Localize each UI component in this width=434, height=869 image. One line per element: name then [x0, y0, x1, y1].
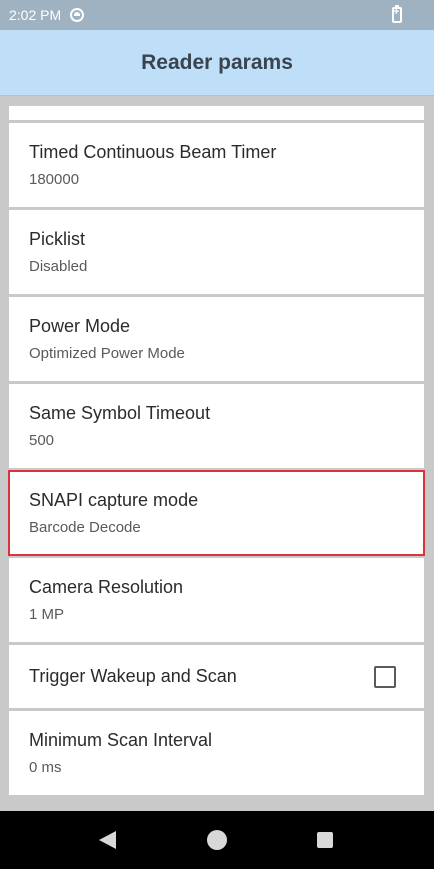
setting-title: Same Symbol Timeout — [29, 403, 211, 423]
home-icon[interactable] — [207, 830, 227, 850]
setting-value: Barcode Decode — [29, 519, 141, 536]
settings-list[interactable]: Timed Continuous Beam Timer 180000 Pickl… — [8, 106, 425, 795]
setting-trigger-wakeup-and-scan[interactable]: Trigger Wakeup and Scan — [9, 645, 424, 708]
status-bar: 2:02 PM — [0, 0, 434, 30]
setting-title: Picklist — [29, 229, 86, 249]
list-item-partial[interactable] — [9, 106, 424, 120]
app-bar: Reader params — [0, 30, 434, 96]
setting-snapi-capture-mode[interactable]: SNAPI capture mode Barcode Decode — [8, 470, 425, 556]
setting-title: Trigger Wakeup and Scan — [29, 666, 237, 686]
setting-same-symbol-timeout[interactable]: Same Symbol Timeout 500 — [9, 384, 424, 468]
setting-title: Power Mode — [29, 316, 131, 336]
setting-value: 1 MP — [29, 606, 65, 623]
setting-value: 500 — [29, 432, 55, 449]
setting-camera-resolution[interactable]: Camera Resolution 1 MP — [9, 558, 424, 642]
navigation-bar — [0, 811, 434, 869]
setting-value: Disabled — [29, 258, 88, 275]
battery-charging-icon — [392, 5, 402, 23]
setting-value: 180000 — [29, 171, 80, 188]
trigger-wakeup-checkbox[interactable] — [374, 665, 396, 688]
notification-icon — [70, 8, 85, 22]
setting-power-mode[interactable]: Power Mode Optimized Power Mode — [9, 297, 424, 381]
recent-apps-icon[interactable] — [317, 832, 333, 848]
setting-title: Minimum Scan Interval — [29, 730, 213, 750]
page-title: Reader params — [141, 50, 293, 74]
setting-title: Camera Resolution — [29, 577, 184, 597]
setting-timed-continuous-beam-timer[interactable]: Timed Continuous Beam Timer 180000 — [9, 123, 424, 207]
setting-value: Optimized Power Mode — [29, 345, 185, 362]
setting-picklist[interactable]: Picklist Disabled — [9, 210, 424, 294]
status-time: 2:02 PM — [9, 7, 62, 23]
setting-title: SNAPI capture mode — [29, 490, 199, 510]
back-icon[interactable] — [99, 831, 116, 849]
setting-title: Timed Continuous Beam Timer — [29, 142, 277, 162]
setting-minimum-scan-interval[interactable]: Minimum Scan Interval 0 ms — [9, 711, 424, 795]
setting-value: 0 ms — [29, 759, 62, 776]
